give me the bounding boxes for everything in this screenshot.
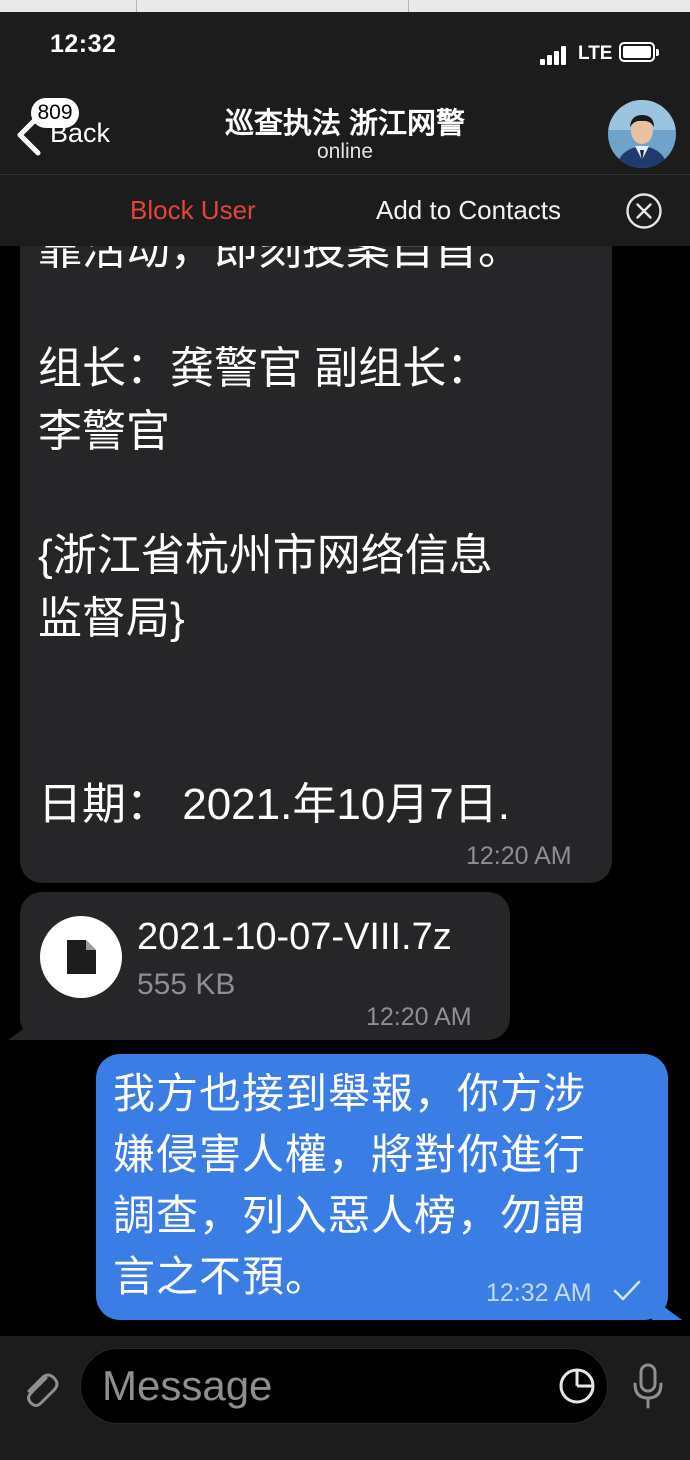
chat-status: online (316, 140, 374, 163)
strip-divider (136, 0, 137, 12)
microphone-icon[interactable] (630, 1362, 666, 1410)
unread-badge: 809 (31, 98, 79, 128)
close-circle-icon[interactable] (625, 192, 663, 230)
message-line: 我方也接到舉報，你方涉 (113, 1070, 587, 1117)
message-line: 组长：龚警官 副组长： (38, 344, 491, 393)
message-line: {浙江省杭州市网络信息 (38, 531, 493, 580)
message-time: 12:20 AM (366, 1003, 472, 1031)
add-to-contacts-button[interactable]: Add to Contacts (376, 195, 561, 226)
battery-icon (619, 42, 659, 62)
strip-divider (408, 0, 409, 12)
paperclip-icon[interactable] (18, 1366, 62, 1410)
message-line: 靠活动，即刻投案自首。 (38, 246, 522, 274)
file-name: 2021-10-07-VIII.7z (137, 916, 452, 958)
file-size: 555 KB (137, 968, 236, 1001)
checkmark-icon (613, 1280, 641, 1301)
network-type: LTE (578, 43, 613, 64)
contact-action-bar (0, 174, 690, 246)
sticker-icon[interactable] (558, 1367, 596, 1405)
message-time: 12:32 AM (486, 1279, 592, 1307)
message-line: 监督局} (38, 594, 185, 643)
message-line: 嫌侵害人權，將對你進行 (113, 1131, 587, 1178)
status-time: 12:32 (50, 30, 117, 58)
document-icon (67, 940, 96, 974)
message-input-placeholder: Message (102, 1362, 273, 1409)
message-line: 李警官 (38, 407, 170, 456)
message-line: 調查，列入惡人榜，勿謂 (113, 1192, 587, 1239)
block-user-button[interactable]: Block User (130, 195, 256, 226)
message-line: 日期： 2021.年10月7日. (38, 780, 510, 829)
chat-title[interactable]: 巡查执法 浙江网警 (150, 100, 540, 142)
message-line: 言之不預。 (113, 1253, 329, 1300)
avatar[interactable] (608, 100, 676, 168)
message-time: 12:20 AM (466, 842, 572, 870)
file-download-button[interactable] (40, 916, 122, 998)
message-list[interactable]: 靠活动，即刻投案自首。 组长：龚警官 副组长： 李警官 {浙江省杭州市网络信息 … (0, 246, 690, 1336)
signal-icon (540, 45, 574, 65)
